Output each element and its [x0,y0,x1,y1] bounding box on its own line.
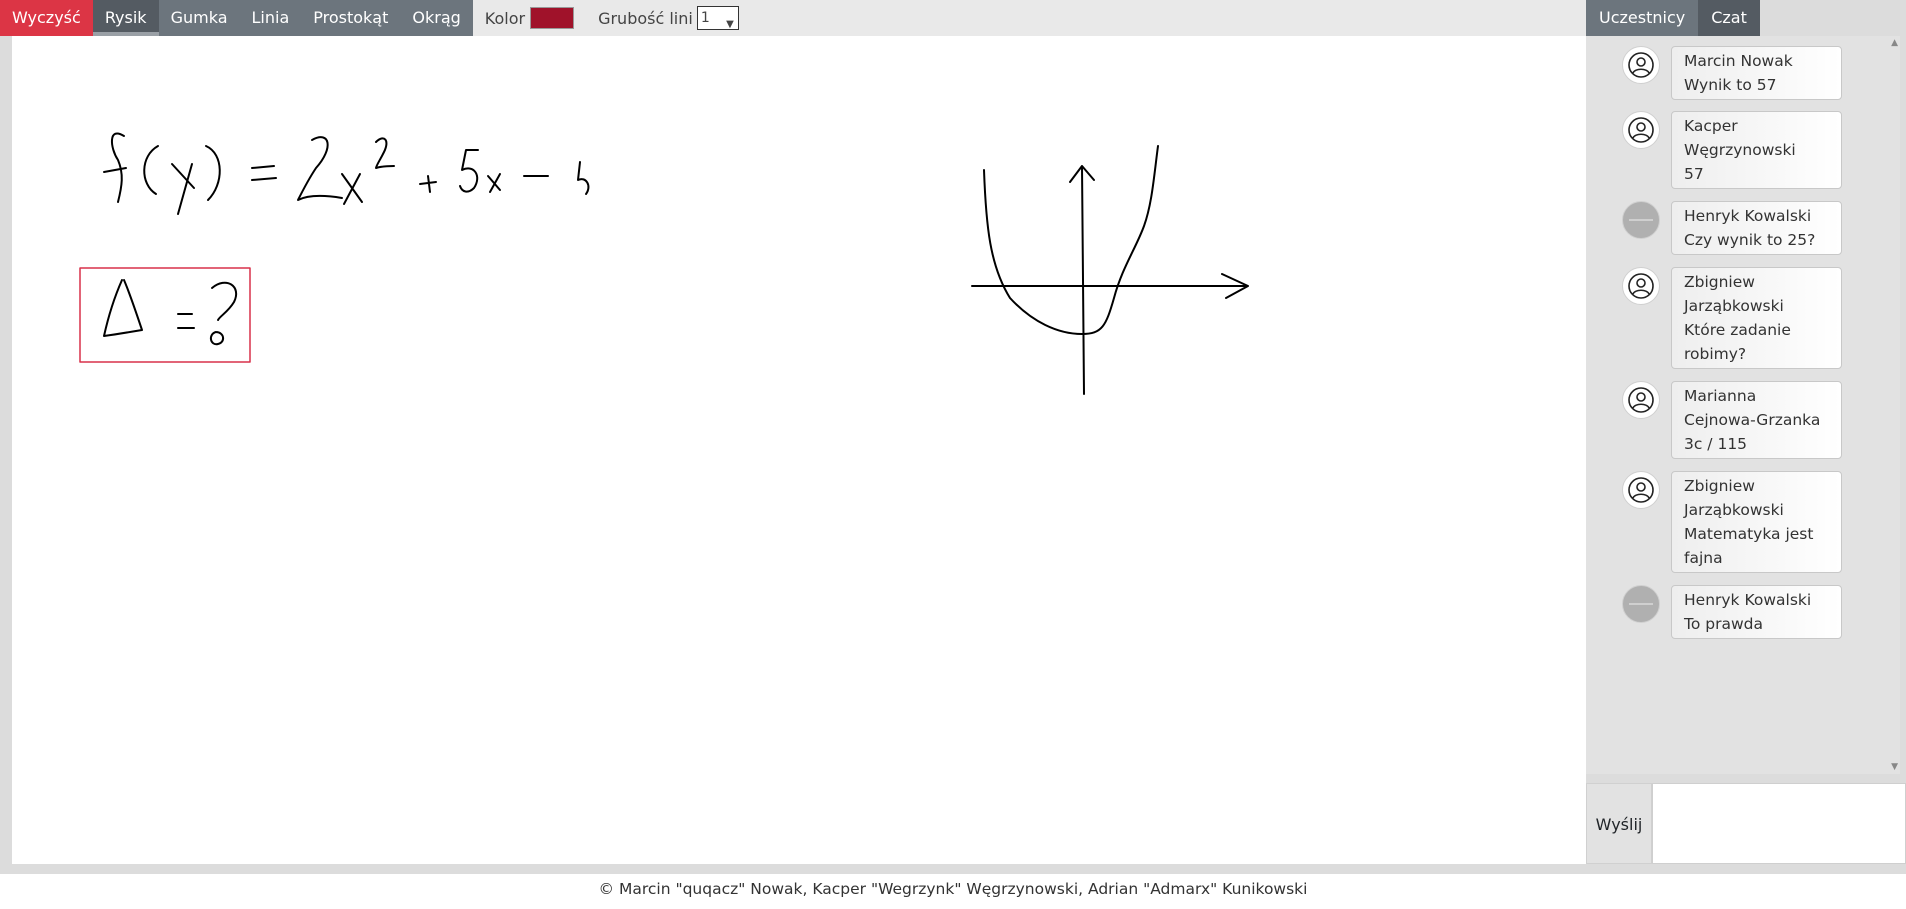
message-text: Które zadanie robimy? [1684,321,1791,363]
footer-credits: © Marcin "quqacz" Nowak, Kacper "Wegrzyn… [0,874,1906,909]
message-author: Marcin Nowak [1684,52,1793,70]
thickness-group: Grubość lini 1 ▼ [586,0,751,36]
handwriting-exponent [375,137,395,169]
line-tool-button[interactable]: Linia [239,0,302,36]
user-circle-icon [1622,471,1660,509]
message-text: 57 [1684,165,1704,183]
color-label: Kolor [484,8,526,28]
handwriting-five2 [577,161,590,195]
handwriting-question [210,281,237,346]
handwriting-delta [103,279,143,337]
message-author: Kacper Węgrzynowski [1684,117,1796,159]
gray-avatar-icon [1622,201,1660,239]
color-swatch[interactable] [530,7,575,29]
message-text: Czy wynik to 25? [1684,231,1816,249]
chat-message-input[interactable] [1652,783,1906,864]
chat-bubble: Zbigniew Jarząbkowski Które zadanie robi… [1671,267,1842,369]
user-circle-icon [1622,267,1660,305]
scroll-down-icon[interactable]: ▼ [1891,762,1898,772]
color-picker-group: Kolor [473,0,586,36]
send-button[interactable]: Wyślij [1586,783,1652,864]
chat-message: Marcin Nowak Wynik to 57 [1622,46,1842,100]
message-author: Zbigniew Jarząbkowski [1684,273,1784,315]
chat-send-row: Wyślij [1586,783,1906,864]
chat-message: Henryk Kowalski To prawda [1622,585,1842,639]
thickness-label: Grubość lini [598,8,693,28]
message-text: To prawda [1684,615,1763,633]
chat-message: Zbigniew Jarząbkowski Matematyka jest fa… [1622,471,1842,573]
chevron-down-icon: ▼ [726,19,734,30]
handwriting-plus [419,175,437,193]
thickness-value: 1 [700,10,710,26]
thickness-select[interactable]: 1 ▼ [696,6,739,30]
handwriting-x2 [341,173,363,205]
tab-chat[interactable]: Czat [1698,0,1760,36]
handwriting-equals2 [177,313,195,329]
chat-message: Zbigniew Jarząbkowski Które zadanie robi… [1622,267,1842,369]
message-author: Henryk Kowalski [1684,591,1812,609]
chat-messages-panel[interactable]: Marcin Nowak Wynik to 57 Kacper Węgrzyno… [1586,36,1900,774]
drawing-canvas[interactable] [12,36,1586,864]
chat-bubble: Kacper Węgrzynowski 57 [1671,111,1842,189]
eraser-tool-button[interactable]: Gumka [158,0,240,36]
handwriting-x [171,163,195,215]
circle-tool-button[interactable]: Okrąg [400,0,473,36]
message-text: Matematyka jest fajna [1684,525,1814,567]
pen-tool-button[interactable]: Rysik [92,0,159,36]
graph-y-axis [1069,165,1095,395]
handwriting-five [459,149,479,193]
message-author: Henryk Kowalski [1684,207,1812,225]
chat-bubble: Marianna Cejnowa-Grzanka 3c / 115 [1671,381,1842,459]
message-author: Zbigniew Jarząbkowski [1684,477,1784,519]
chat-bubble: Marcin Nowak Wynik to 57 [1671,46,1842,100]
gray-avatar-icon [1622,585,1660,623]
handwriting-paren-open [143,145,159,195]
chat-bubble: Henryk Kowalski Czy wynik to 25? [1671,201,1842,255]
clear-button[interactable]: Wyczyść [0,0,93,36]
chat-message: Kacper Węgrzynowski 57 [1622,111,1842,189]
canvas-drawing [79,132,1249,395]
tab-participants[interactable]: Uczestnicy [1586,0,1699,36]
chat-message: Marianna Cejnowa-Grzanka 3c / 115 [1622,381,1842,459]
rectangle-tool-button[interactable]: Prostokąt [301,0,401,36]
chat-bubble: Henryk Kowalski To prawda [1671,585,1842,639]
message-text: Wynik to 57 [1684,76,1777,94]
handwriting-paren-close [205,145,221,201]
graph-x-axis [971,273,1249,299]
user-circle-icon [1622,111,1660,149]
drawing-toolbar: Wyczyść Rysik Gumka Linia Prostokąt Okrą… [0,0,1586,36]
handwriting-x3 [487,173,501,193]
handwriting-two [297,136,343,201]
handwriting-equals [251,165,277,181]
chat-bubble: Zbigniew Jarząbkowski Matematyka jest fa… [1671,471,1842,573]
handwriting-f [103,132,127,203]
chat-message: Henryk Kowalski Czy wynik to 25? [1622,201,1842,255]
scroll-up-icon[interactable]: ▲ [1891,38,1898,48]
user-circle-icon [1622,46,1660,84]
sidebar-tabs: Uczestnicy Czat [1586,0,1760,36]
user-circle-icon [1622,381,1660,419]
message-text: 3c / 115 [1684,435,1748,453]
graph-parabola [983,145,1159,335]
message-author: Marianna Cejnowa-Grzanka [1684,387,1821,429]
